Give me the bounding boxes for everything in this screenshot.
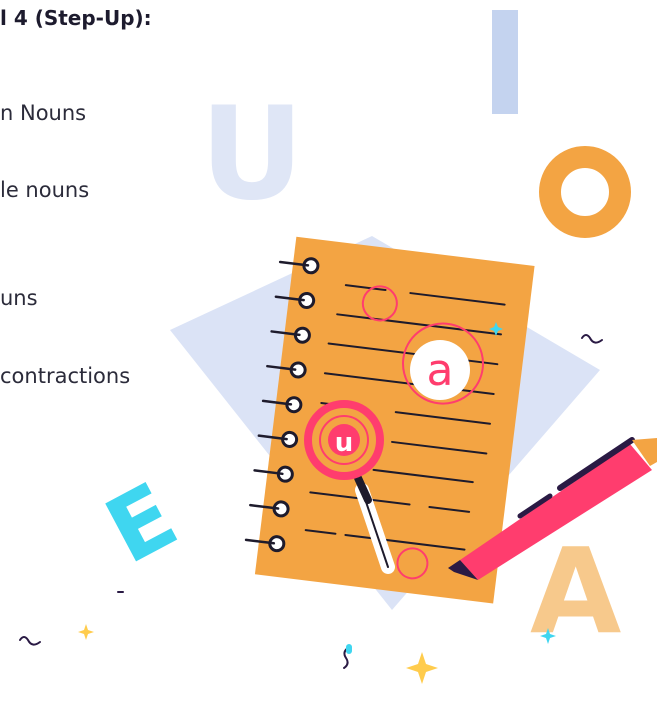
letter-e-decoration: E [90, 463, 194, 585]
letter-a-decoration: A [530, 522, 621, 660]
letter-o-decoration [539, 146, 631, 238]
letter-i-decoration [492, 10, 518, 114]
letter-a-badge: a [410, 340, 470, 400]
letter-u-decoration: U [200, 80, 304, 229]
letter-a-text: a [427, 345, 454, 396]
letter-u-text: u [335, 428, 354, 458]
notebook-illustration: U a u E A [19, 10, 657, 684]
